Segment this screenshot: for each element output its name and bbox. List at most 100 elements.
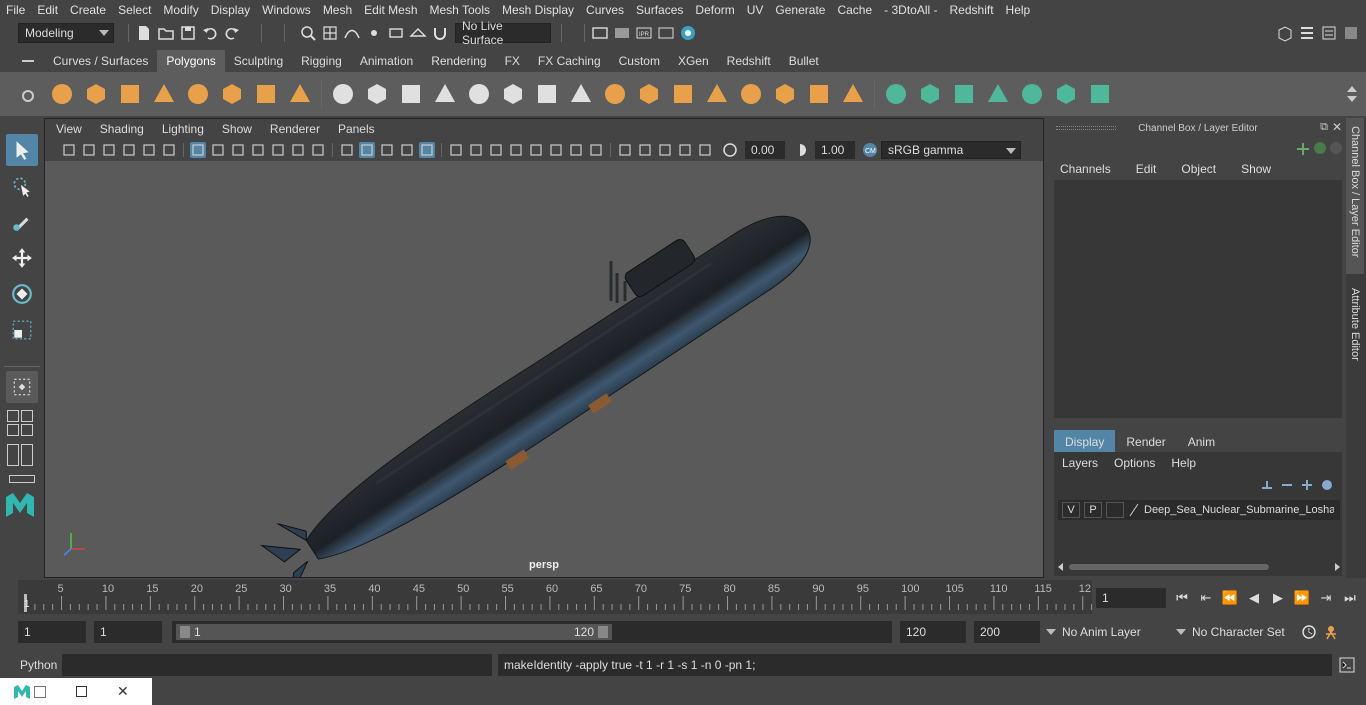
- rotate-tool-icon[interactable]: [6, 278, 38, 310]
- grease-pencil-icon[interactable]: [141, 142, 157, 158]
- move-layer-up-icon[interactable]: [1260, 478, 1274, 492]
- merge-icon[interactable]: [805, 79, 833, 109]
- go-to-end-icon[interactable]: ⏭: [1340, 590, 1360, 606]
- render-settings-icon[interactable]: [657, 24, 675, 42]
- scene-end-field[interactable]: 200: [974, 621, 1040, 643]
- film-gate-icon[interactable]: [210, 142, 226, 158]
- scroll-right-icon[interactable]: [1335, 563, 1340, 571]
- menu-uv[interactable]: UV: [741, 3, 770, 17]
- anti-alias-icon[interactable]: [528, 142, 544, 158]
- paint-select-tool-icon[interactable]: [6, 206, 38, 238]
- split-icon[interactable]: [839, 79, 867, 109]
- multi-cut-icon[interactable]: [567, 79, 595, 109]
- menu-redshift[interactable]: Redshift: [944, 3, 1000, 17]
- layer-name[interactable]: Deep_Sea_Nuclear_Submarine_Losha: [1144, 504, 1334, 516]
- playback-end-field[interactable]: 120: [900, 621, 966, 643]
- gamma-field[interactable]: 1.00: [815, 141, 855, 159]
- new-layer-selected-icon[interactable]: [1320, 478, 1334, 492]
- undo-icon[interactable]: [201, 24, 219, 42]
- image-plane-icon[interactable]: [121, 142, 137, 158]
- automatic-map-icon[interactable]: [1018, 79, 1046, 109]
- restore-window-icon[interactable]: [34, 685, 46, 698]
- character-set-dropdown[interactable]: No Character Set: [1174, 622, 1296, 642]
- pyramid-icon[interactable]: [252, 79, 280, 109]
- shelf-tab-fx[interactable]: FX: [496, 50, 529, 72]
- xray-joints-icon[interactable]: [568, 142, 584, 158]
- panel-drag-handle[interactable]: [1056, 126, 1116, 130]
- extrude-icon[interactable]: [499, 79, 527, 109]
- current-frame-field[interactable]: 1: [1096, 588, 1166, 608]
- depth-of-field-icon[interactable]: [548, 142, 564, 158]
- shelf-tab-custom[interactable]: Custom: [610, 50, 669, 72]
- layout-graph-icon[interactable]: [21, 444, 33, 466]
- quadrangulate-icon[interactable]: [771, 79, 799, 109]
- viewport-menu-lighting[interactable]: Lighting: [153, 122, 213, 136]
- shelf-gear-icon[interactable]: [20, 88, 36, 104]
- scale-tool-icon[interactable]: [6, 314, 38, 346]
- menu-edit-mesh[interactable]: Edit Mesh: [358, 3, 423, 17]
- menu-modify[interactable]: Modify: [157, 3, 204, 17]
- menu-mesh-tools[interactable]: Mesh Tools: [424, 3, 496, 17]
- step-back-frame-icon[interactable]: ⏪: [1220, 590, 1240, 606]
- viewport-menu-shading[interactable]: Shading: [91, 122, 153, 136]
- snap-grid-icon[interactable]: [321, 24, 339, 42]
- layer-tab-display[interactable]: Display: [1054, 430, 1116, 454]
- save-scene-icon[interactable]: [179, 24, 197, 42]
- render-view-icon[interactable]: [591, 24, 609, 42]
- step-forward-key-icon[interactable]: ⇥: [1316, 590, 1336, 606]
- xray-active-icon[interactable]: [588, 142, 604, 158]
- frame-all-icon[interactable]: [657, 142, 673, 158]
- isolate-select-icon[interactable]: [448, 142, 464, 158]
- layer-playback-toggle[interactable]: P: [1084, 502, 1102, 518]
- sphere-icon[interactable]: [48, 79, 76, 109]
- layout-two-icon[interactable]: [7, 424, 19, 436]
- step-back-key-icon[interactable]: ⇤: [1196, 590, 1216, 606]
- shelf-tab-rigging[interactable]: Rigging: [292, 50, 351, 72]
- pipe-icon[interactable]: [286, 79, 314, 109]
- play-backwards-icon[interactable]: ◀: [1244, 590, 1264, 606]
- menu-edit[interactable]: Edit: [31, 3, 64, 17]
- uv-editor-icon[interactable]: [882, 79, 910, 109]
- viewport-menu-show[interactable]: Show: [213, 122, 261, 136]
- redo-icon[interactable]: [223, 24, 241, 42]
- shelf-tab-curves-surfaces[interactable]: Curves / Surfaces: [44, 50, 157, 72]
- menu-generate[interactable]: Generate: [769, 3, 831, 17]
- snap-surface-icon[interactable]: [409, 24, 427, 42]
- range-end-grip[interactable]: [598, 626, 608, 638]
- xray-icon[interactable]: [419, 142, 435, 158]
- menu-mesh-display[interactable]: Mesh Display: [496, 3, 580, 17]
- shelf-tab-polygons[interactable]: Polygons: [157, 50, 225, 72]
- camera-attr-icon[interactable]: [81, 142, 97, 158]
- range-slider-handle[interactable]: 1 120: [176, 624, 612, 640]
- menu-surfaces[interactable]: Surfaces: [630, 3, 689, 17]
- lasso-tool-icon[interactable]: [6, 170, 38, 202]
- shelf-tab-animation[interactable]: Animation: [351, 50, 422, 72]
- layout-four-icon[interactable]: [21, 410, 33, 422]
- play-forwards-icon[interactable]: ▶: [1268, 590, 1288, 606]
- mode-dropdown[interactable]: Modeling: [18, 23, 114, 43]
- close-window-icon[interactable]: ✕: [117, 683, 129, 700]
- shelf-scroll-down-icon[interactable]: [1347, 96, 1357, 102]
- menu-curves[interactable]: Curves: [580, 3, 630, 17]
- layout-persp-icon[interactable]: [7, 444, 19, 466]
- maya-window-icon[interactable]: [12, 683, 32, 701]
- time-slider[interactable]: 5 10 15 20 25 30 35 40 45 50 55 60 65 70 75 80 85 90 95 100…: [18, 580, 1093, 614]
- menu-windows[interactable]: Windows: [256, 3, 317, 17]
- channel-toggle-icon[interactable]: [1342, 24, 1360, 42]
- key-prefs-icon[interactable]: [1300, 623, 1318, 641]
- submarine-model[interactable]: [45, 161, 1043, 599]
- menu-select[interactable]: Select: [112, 3, 157, 17]
- command-language-label[interactable]: Python: [20, 658, 62, 672]
- menu-cache[interactable]: Cache: [831, 3, 878, 17]
- hypershade-icon[interactable]: [679, 24, 697, 42]
- menu-help[interactable]: Help: [1000, 3, 1037, 17]
- manipulator-icon[interactable]: [1296, 142, 1310, 156]
- separate-icon[interactable]: [363, 79, 391, 109]
- new-scene-icon[interactable]: [135, 24, 153, 42]
- maximize-window-icon[interactable]: [76, 686, 87, 697]
- shelf-tab-bullet[interactable]: Bullet: [780, 50, 828, 72]
- motion-blur-icon[interactable]: [508, 142, 524, 158]
- hyper-icon[interactable]: [1330, 142, 1342, 154]
- shelf-scroll[interactable]: [1346, 86, 1358, 102]
- shelf-tab-rendering[interactable]: Rendering: [422, 50, 495, 72]
